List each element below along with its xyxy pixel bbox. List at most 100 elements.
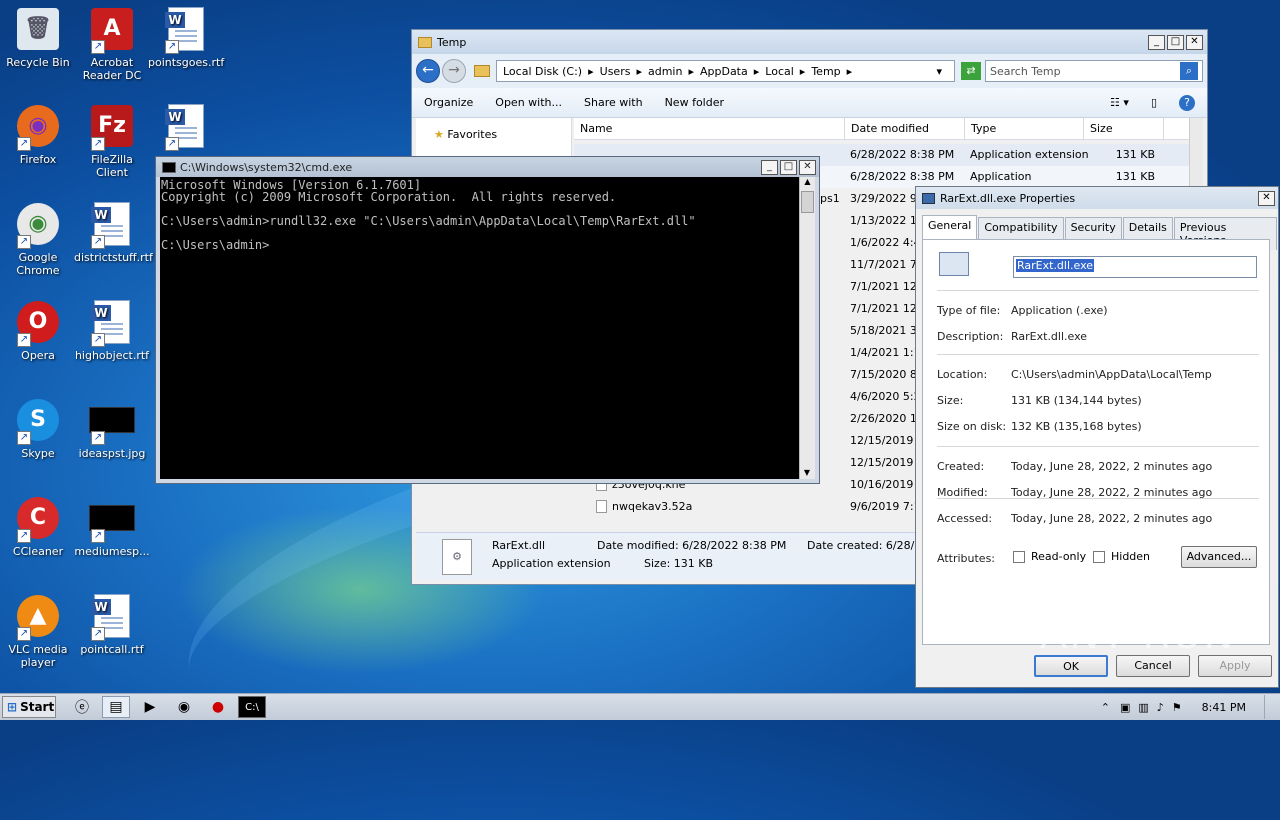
volume-icon[interactable]: ♪ — [1157, 701, 1164, 714]
forward-button[interactable]: → — [442, 59, 466, 83]
search-placeholder: Search Temp — [990, 64, 1061, 78]
desktop-icon[interactable]: W ↗ pointsgoes.rtf — [148, 6, 224, 69]
ok-button[interactable]: OK — [1034, 655, 1108, 677]
minimize-button[interactable]: _ — [761, 159, 778, 175]
show-desktop-button[interactable] — [1264, 695, 1278, 719]
desktop-icon[interactable]: 🗑 Recycle Bin — [0, 6, 76, 69]
shortcut-arrow-icon: ↗ — [91, 431, 105, 445]
cmd-taskbar-icon[interactable]: C:\ — [238, 696, 266, 718]
attributes-label: Attributes: — [937, 552, 996, 565]
property-label: Type of file: — [937, 304, 1001, 317]
search-icon[interactable]: ⌕ — [1180, 62, 1198, 80]
vlc-icon: ▲ ↗ — [15, 593, 61, 641]
chrome-taskbar-icon[interactable]: ◉ — [170, 696, 198, 718]
close-button[interactable]: ✕ — [1258, 190, 1275, 206]
search-input[interactable]: Search Temp ⌕ — [985, 60, 1203, 82]
desktop-icon[interactable]: A ↗ Acrobat Reader DC — [74, 6, 150, 82]
back-button[interactable]: ← — [416, 59, 440, 83]
share-with-menu[interactable]: Share with — [584, 96, 643, 109]
maximize-button[interactable]: □ — [780, 159, 797, 175]
column-type[interactable]: Type — [965, 118, 1084, 139]
property-label: Size on disk: — [937, 420, 1007, 433]
breadcrumb-chevron-icon[interactable]: ▸ — [754, 65, 760, 78]
shortcut-arrow-icon: ↗ — [91, 333, 105, 347]
explorer-titlebar[interactable]: Temp _ □ ✕ — [412, 30, 1207, 54]
breadcrumb-item[interactable]: AppData — [700, 65, 748, 78]
refresh-icon[interactable]: ⇄ — [961, 62, 981, 80]
desktop-icon[interactable]: ◉ ↗ Firefox — [0, 103, 76, 166]
scroll-up-arrow[interactable]: ▲ — [800, 177, 815, 191]
address-bar[interactable]: Local Disk (C:) ▸ Users ▸ admin ▸ AppData ▸ Loca… — [496, 60, 955, 82]
scroll-down-arrow[interactable]: ▼ — [800, 468, 814, 477]
clock[interactable]: 8:41 PM — [1202, 701, 1246, 714]
console-output[interactable]: Microsoft Windows [Version 6.1.7601] Copy… — [160, 177, 800, 479]
cmd-titlebar[interactable]: C:\Windows\system32\cmd.exe _ □ ✕ — [156, 157, 819, 177]
preview-pane-icon[interactable]: ▯ — [1151, 96, 1157, 109]
scroll-thumb[interactable] — [801, 191, 814, 213]
close-button[interactable]: ✕ — [1186, 34, 1203, 50]
media-player-taskbar-icon[interactable]: ▶ — [136, 696, 164, 718]
desktop-icon[interactable]: ↗ mediumesp... — [74, 495, 150, 558]
breadcrumb-item[interactable]: Local — [765, 65, 794, 78]
breadcrumb-item[interactable]: Local Disk (C:) — [503, 65, 582, 78]
console-scrollbar[interactable]: ▲ ▼ — [799, 177, 815, 479]
tray-arrow-icon[interactable]: ⌃ — [1101, 701, 1110, 714]
desktop-icon[interactable]: ◉ ↗ Google Chrome — [0, 201, 76, 277]
breadcrumb-chevron-icon[interactable]: ▸ — [588, 65, 594, 78]
breadcrumb-item[interactable]: Users — [600, 65, 631, 78]
desktop-icon[interactable]: W ↗ — [148, 103, 224, 153]
desktop-icon[interactable]: W ↗ highobject.rtf — [74, 299, 150, 362]
close-button[interactable]: ✕ — [799, 159, 816, 175]
maximize-button[interactable]: □ — [1167, 34, 1184, 50]
apply-button[interactable]: Apply — [1198, 655, 1272, 677]
minimize-button[interactable]: _ — [1148, 34, 1165, 50]
desktop-icon[interactable]: ▲ ↗ VLC media player — [0, 593, 76, 669]
filename-field[interactable]: RarExt.dll.exe — [1013, 256, 1257, 278]
new-folder-button[interactable]: New folder — [665, 96, 724, 109]
properties-titlebar[interactable]: RarExt.dll.exe Properties ✕ — [916, 187, 1278, 209]
advanced-button[interactable]: Advanced... — [1181, 546, 1257, 568]
properties-title: RarExt.dll.exe Properties — [940, 191, 1076, 205]
ie-taskbar-icon[interactable]: ⓔ — [68, 696, 96, 718]
breadcrumb-chevron-icon[interactable]: ▸ — [636, 65, 642, 78]
column-size[interactable]: Size — [1084, 118, 1164, 139]
favorites-item[interactable]: ★ Favorites — [416, 118, 571, 141]
desktop-icon[interactable]: ↗ ideaspst.jpg — [74, 397, 150, 460]
property-label: Size: — [937, 394, 964, 407]
view-options-icon[interactable]: ☷ ▾ — [1110, 96, 1129, 109]
flag-icon[interactable]: ⚑ — [1172, 701, 1182, 714]
opera-taskbar-icon[interactable]: ● — [204, 696, 232, 718]
breadcrumb-item[interactable]: admin — [648, 65, 682, 78]
desktop-icon[interactable]: C ↗ CCleaner — [0, 495, 76, 558]
help-icon[interactable]: ? — [1179, 94, 1195, 111]
breadcrumb-item[interactable]: Temp — [811, 65, 840, 78]
breadcrumb-chevron-icon[interactable]: ▸ — [800, 65, 806, 78]
desktop-icon[interactable]: W ↗ pointcall.rtf — [74, 593, 150, 656]
column-date-modified[interactable]: Date modified — [845, 118, 965, 139]
cancel-button[interactable]: Cancel — [1116, 655, 1190, 677]
network-icon[interactable]: ▥ — [1138, 701, 1148, 714]
shortcut-arrow-icon: ↗ — [165, 40, 179, 54]
readonly-checkbox[interactable]: Read-only — [1013, 550, 1086, 563]
address-dropdown-icon[interactable]: ▾ — [936, 65, 942, 78]
breadcrumb-chevron-icon[interactable]: ▸ — [847, 65, 853, 78]
desktop-icon[interactable]: S ↗ Skype — [0, 397, 76, 460]
tray-icon[interactable]: ▣ — [1120, 701, 1130, 714]
open-with-button[interactable]: Open with... — [495, 96, 562, 109]
property-label: Created: — [937, 460, 985, 473]
explorer-taskbar-icon[interactable]: ▤ — [102, 696, 130, 718]
console-line: C:\Users\admin> — [161, 238, 270, 252]
desktop-icon[interactable]: O ↗ Opera — [0, 299, 76, 362]
cmd-title: C:\Windows\system32\cmd.exe — [180, 160, 353, 174]
general-panel: RarExt.dll.exe Type of file: Application … — [922, 239, 1270, 645]
breadcrumb-chevron-icon[interactable]: ▸ — [688, 65, 694, 78]
column-name[interactable]: Name — [574, 118, 845, 139]
desktop-icon[interactable]: W ↗ districtstuff.rtf — [74, 201, 153, 264]
file-date: 7/1/2021 12: — [850, 302, 921, 315]
organize-menu[interactable]: Organize — [424, 96, 473, 109]
hidden-checkbox[interactable]: Hidden — [1093, 550, 1150, 563]
windows-logo-icon: ⊞ — [7, 700, 18, 714]
desktop-icon[interactable]: Fz ↗ FileZilla Client — [74, 103, 150, 179]
shortcut-arrow-icon: ↗ — [17, 137, 31, 151]
start-button[interactable]: ⊞ Start — [2, 696, 56, 718]
